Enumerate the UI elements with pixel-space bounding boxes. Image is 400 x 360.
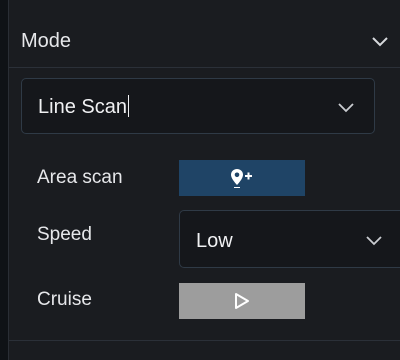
location-add-icon [231,169,252,188]
play-icon [235,293,249,309]
cruise-label: Cruise [37,289,92,310]
mode-section-header[interactable]: Mode [9,18,400,68]
chevron-down-icon[interactable] [369,30,391,52]
divider [9,340,400,341]
speed-label: Speed [37,224,92,245]
speed-select[interactable]: Low [179,210,400,268]
chevron-down-icon [338,103,354,113]
speed-select-value: Low [196,230,233,252]
ptz-mode-panel: Mode Line Scan Area scan Speed Low Cruis… [8,0,400,360]
text-caret [127,95,129,117]
chevron-down-icon [366,236,382,246]
mode-title: Mode [21,30,72,52]
cruise-play-button[interactable] [179,283,305,319]
mode-select[interactable]: Line Scan [21,78,375,134]
mode-select-value: Line Scan [38,95,129,118]
area-scan-label: Area scan [37,167,123,188]
area-scan-button[interactable] [179,160,305,196]
